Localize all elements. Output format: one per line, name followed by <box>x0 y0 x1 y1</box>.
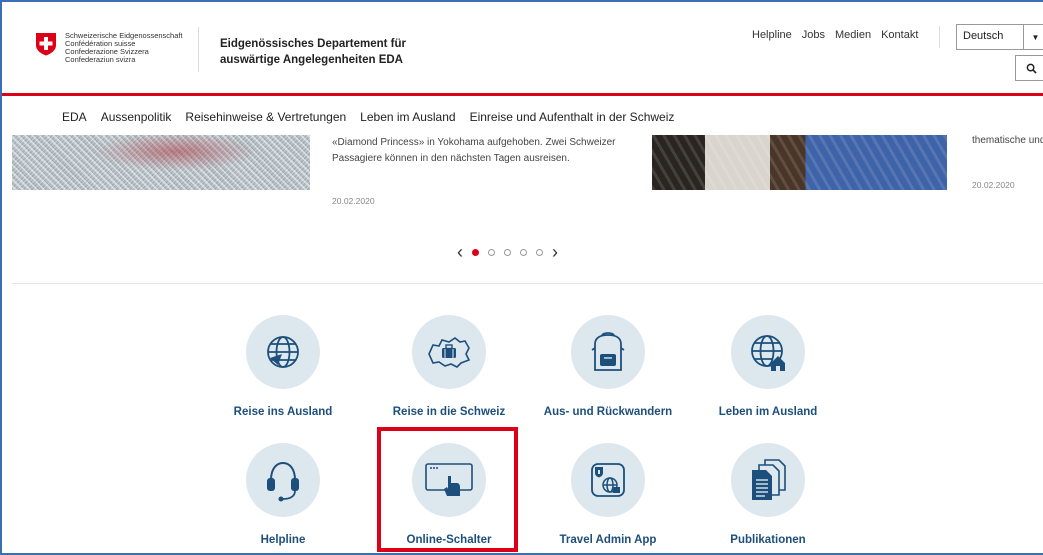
medien-link[interactable]: Medien <box>835 29 871 41</box>
tile-aus-und-rueckwandern[interactable]: Aus- und Rückwandern <box>533 315 683 418</box>
nav-item-leben-im-ausland[interactable]: Leben im Ausland <box>360 110 455 124</box>
carousel-dot-4[interactable] <box>520 248 527 256</box>
confederation-line-rm: Confederaziun svizra <box>65 55 136 64</box>
nav-item-eda[interactable]: EDA <box>62 110 87 124</box>
carousel-dot-5[interactable] <box>536 248 543 256</box>
top-links: Helpline Jobs Medien Kontakt <box>752 29 918 41</box>
tile-circle <box>571 315 645 389</box>
carousel-pager: ‹ › <box>457 243 558 261</box>
globe-house-icon <box>751 335 785 371</box>
chevron-down-icon: ▼ <box>1023 25 1043 49</box>
tile-publikationen[interactable]: Publikationen <box>693 443 843 546</box>
tile-travel-admin-app[interactable]: Travel Admin App <box>533 443 683 546</box>
globe-plane-icon <box>267 336 299 368</box>
tile-label: Reise in die Schweiz <box>392 406 506 418</box>
language-select[interactable]: Deutsch ▼ <box>956 24 1043 50</box>
browser-frame: Schweizerische Eidgenossenschaft Confédé… <box>0 0 1043 555</box>
carousel-dot-3[interactable] <box>504 248 511 256</box>
swiss-cross-logo-icon[interactable] <box>35 32 57 56</box>
confederation-text: Schweizerische Eidgenossenschaft Confédé… <box>65 32 183 64</box>
headset-icon <box>267 461 299 502</box>
tile-helpline[interactable]: Helpline <box>208 443 358 546</box>
news-article-date: 20.02.2020 <box>332 196 375 206</box>
jobs-link[interactable]: Jobs <box>802 29 825 41</box>
search-icon <box>1026 63 1037 74</box>
main-nav: EDA Aussenpolitik Reisehinweise & Vertre… <box>2 99 1043 135</box>
tile-circle <box>731 443 805 517</box>
backpack-icon <box>591 332 625 371</box>
nav-item-einreise[interactable]: Einreise und Aufenthalt in der Schweiz <box>470 110 675 124</box>
header-divider <box>198 27 199 72</box>
switzerland-map-suitcase-icon <box>428 337 471 368</box>
section-divider <box>12 283 1043 284</box>
carousel-dot-1[interactable] <box>472 248 479 256</box>
news-article-text[interactable]: «Diamond Princess» in Yokohama aufgehobe… <box>332 135 632 167</box>
nav-item-aussenpolitik[interactable]: Aussenpolitik <box>101 110 172 124</box>
department-title[interactable]: Eidgenössisches Departement für auswärti… <box>220 36 406 68</box>
app-shield-globe-icon <box>591 463 625 497</box>
top-links-divider <box>939 26 940 48</box>
department-line-1: Eidgenössisches Departement für <box>220 38 406 50</box>
tile-reise-ins-ausland[interactable]: Reise ins Ausland <box>208 315 358 418</box>
online-schalter-highlight-box <box>377 427 518 552</box>
tile-label: Aus- und Rückwandern <box>543 406 673 418</box>
tile-label: Travel Admin App <box>559 534 657 546</box>
tile-circle <box>571 443 645 517</box>
site-header: Schweizerische Eidgenossenschaft Confédé… <box>2 2 1043 96</box>
helpline-link[interactable]: Helpline <box>752 29 792 41</box>
news-image-right-overlay <box>652 135 947 190</box>
department-line-2: auswärtige Angelegenheiten EDA <box>220 54 403 66</box>
language-selected-value: Deutsch <box>963 30 1004 42</box>
search-button[interactable] <box>1015 55 1043 81</box>
carousel-next-button[interactable]: › <box>552 243 558 261</box>
tile-reise-in-die-schweiz[interactable]: Reise in die Schweiz <box>374 315 524 418</box>
nav-item-reisehinweise[interactable]: Reisehinweise & Vertretungen <box>185 110 346 124</box>
tile-leben-im-ausland[interactable]: Leben im Ausland <box>693 315 843 418</box>
kontakt-link[interactable]: Kontakt <box>881 29 918 41</box>
tile-circle <box>412 315 486 389</box>
news-article-right-date: 20.02.2020 <box>972 180 1015 190</box>
tile-label: Reise ins Ausland <box>233 406 333 418</box>
tile-label: Leben im Ausland <box>718 406 818 418</box>
tile-circle <box>246 315 320 389</box>
tile-label: Helpline <box>260 534 306 546</box>
tile-circle <box>246 443 320 517</box>
news-carousel: «Diamond Princess» in Yokohama aufgehobe… <box>2 135 1043 285</box>
news-image-left-overlay <box>12 135 310 190</box>
news-article-right-text[interactable]: thematische und <box>972 135 1043 146</box>
documents-icon <box>752 459 786 500</box>
tile-circle <box>731 315 805 389</box>
carousel-dot-2[interactable] <box>488 248 495 256</box>
tile-label: Publikationen <box>730 534 806 546</box>
carousel-prev-button[interactable]: ‹ <box>457 243 463 261</box>
